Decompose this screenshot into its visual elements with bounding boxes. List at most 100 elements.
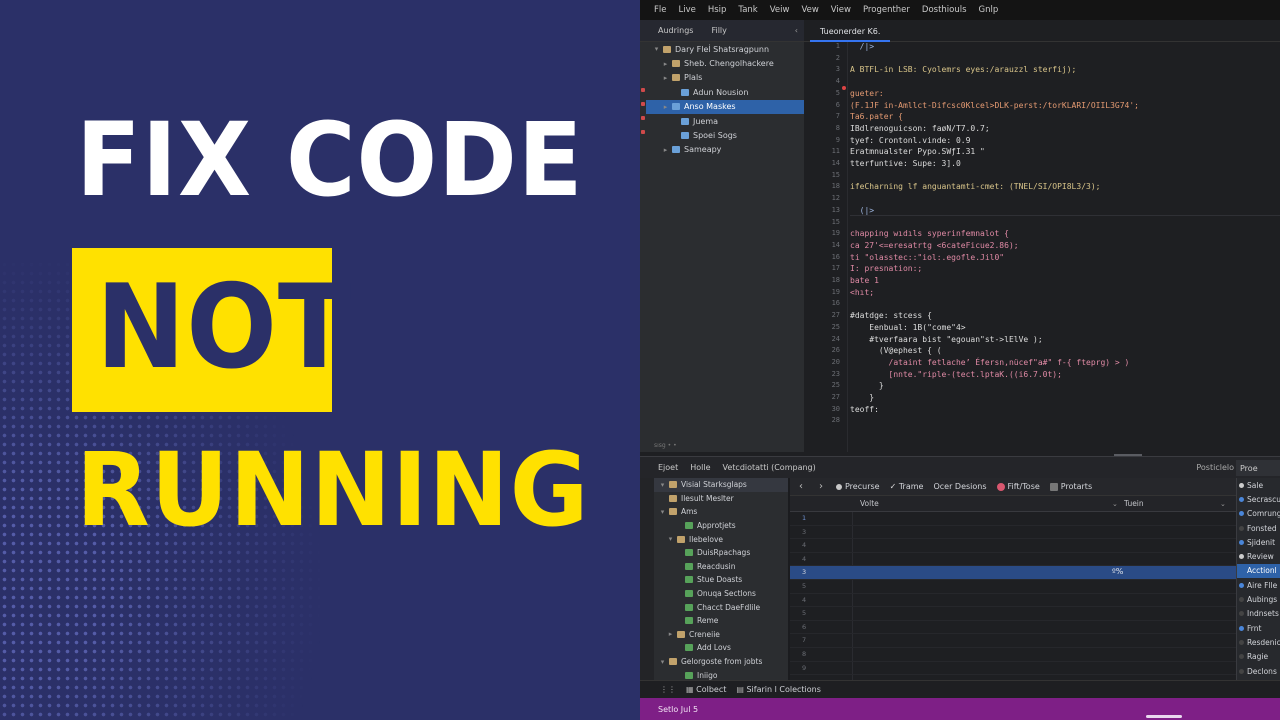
table-row[interactable]: 3 º%	[790, 566, 1236, 580]
chevron-down-icon[interactable]: ▾	[652, 45, 661, 53]
menu-item[interactable]: Veiw	[770, 5, 790, 15]
chevron-right-icon[interactable]: ▸	[661, 60, 670, 68]
chevron-right-icon[interactable]: ▸	[666, 630, 675, 638]
structure-item[interactable]: Comrung	[1237, 507, 1280, 521]
structure-item[interactable]: Declons	[1237, 664, 1280, 678]
tab-colbect[interactable]: ▦ Colbect	[686, 685, 726, 694]
column-header-tuein[interactable]: Tuein	[1124, 499, 1144, 508]
ocer-desions-button[interactable]: Ocer Desions	[933, 482, 986, 491]
chevron-right-icon[interactable]: ▸	[661, 103, 670, 111]
explorer-item[interactable]: Stue Doasts	[654, 573, 802, 587]
structure-item[interactable]: Ragie	[1237, 650, 1280, 664]
protarts-button[interactable]: Protarts	[1049, 482, 1092, 491]
code-editor[interactable]: /|> A BTFL-in LSB: Cyolemrs eyes:/arauzzl…	[850, 42, 1280, 452]
table-row[interactable]: 7	[790, 634, 1236, 648]
explorer-item[interactable]: Chacct DaeFdlile	[654, 600, 802, 614]
structure-item[interactable]: Sale	[1237, 478, 1280, 492]
explorer-item[interactable]: Onuqa Sectlons	[654, 587, 802, 601]
explorer-item[interactable]: Approtjets	[654, 519, 802, 533]
table-row[interactable]: 1	[790, 512, 1236, 526]
collapse-icon[interactable]: ‹	[795, 26, 798, 35]
tool-tab-posticlelo[interactable]: Posticlelo	[1196, 463, 1234, 472]
menu-item[interactable]: Tank	[738, 5, 757, 15]
table-row[interactable]: 5	[790, 607, 1236, 621]
tree-item-label: Juema	[693, 116, 719, 126]
menu-item[interactable]: View	[831, 5, 851, 15]
tree-item[interactable]: ▸ Anso Maskes	[640, 99, 804, 114]
tab-audrings[interactable]: Audrings	[658, 26, 693, 35]
tree-item[interactable]: ▸ Sheb. Chengolhackere	[640, 56, 804, 70]
cell-value[interactable]: º%	[1112, 567, 1123, 576]
explorer-item[interactable]: Reme	[654, 614, 802, 628]
tree-item[interactable]: Juema	[640, 114, 804, 128]
tree-item[interactable]: ▾ Dary Flel̇ Shatsragpunn	[640, 42, 804, 56]
line-number: 18	[831, 182, 840, 191]
structure-item[interactable]: Sjidenit	[1237, 535, 1280, 549]
tree-item[interactable]: Adun Nousion	[640, 85, 804, 99]
chevron-down-icon[interactable]: ▾	[666, 535, 675, 543]
chevron-down-icon[interactable]: ▾	[658, 658, 667, 666]
fift-tose-button[interactable]: Fift/Tose	[996, 482, 1040, 491]
tool-tab-holle[interactable]: Holle	[690, 463, 710, 472]
forward-icon[interactable]: ›	[816, 481, 826, 492]
column-header-volte[interactable]: Volte	[860, 499, 879, 508]
structure-item[interactable]: Aubings	[1237, 592, 1280, 606]
structure-item[interactable]: Acctionl	[1237, 563, 1280, 579]
menu-item[interactable]: Live	[678, 5, 695, 15]
chevron-down-icon[interactable]: ⌄	[1220, 500, 1226, 508]
tree-item[interactable]: Spoei Sogs	[640, 128, 804, 142]
menu-item[interactable]: Gnlp	[979, 5, 999, 15]
structure-item[interactable]: Indnsets	[1237, 607, 1280, 621]
tool-tab-proe[interactable]: Proe	[1236, 460, 1280, 476]
tool-tab-company[interactable]: Vetcdiotatti (Compang)	[723, 463, 816, 472]
table-row[interactable]: 4	[790, 539, 1236, 553]
trame-button[interactable]: ✓ Trame	[890, 482, 924, 491]
structure-item-label: Acctionl	[1247, 566, 1277, 576]
explorer-item[interactable]: ▾ Ams	[654, 505, 802, 519]
tree-item[interactable]: ▸ Plals	[640, 71, 804, 85]
breakpoint-icon[interactable]	[842, 86, 846, 90]
menu-item[interactable]: Fle	[654, 5, 666, 15]
table-row[interactable]: 9	[790, 662, 1236, 676]
editor-tab[interactable]: Tueonerder K6.	[810, 23, 891, 42]
back-icon[interactable]: ‹	[796, 481, 806, 492]
structure-item[interactable]: Review	[1237, 549, 1280, 563]
structure-item[interactable]: Fonsted	[1237, 521, 1280, 535]
structure-item[interactable]: Aire Flle	[1237, 578, 1280, 592]
explorer-item[interactable]: Add Lovs	[654, 641, 802, 655]
menu-item[interactable]: Hsip	[708, 5, 727, 15]
tree-item[interactable]: ▸ Sameapy	[640, 143, 804, 157]
explorer-item[interactable]: Reacdusin	[654, 560, 802, 574]
table-row[interactable]: 3	[790, 526, 1236, 540]
explorer-item[interactable]: Ilesult Meslter	[654, 492, 802, 506]
explorer-item[interactable]: ▸ Creneiie	[654, 628, 802, 642]
table-row[interactable]: 6	[790, 621, 1236, 635]
tool-tab-ejoet[interactable]: Ejoet	[658, 463, 678, 472]
menu-item[interactable]: Dosthiouls	[922, 5, 967, 15]
table-row[interactable]: 5	[790, 580, 1236, 594]
explorer-item[interactable]: ▾ Gelorgoste from jobts	[654, 655, 802, 669]
explorer-item[interactable]: ▾ Ilebelove	[654, 532, 802, 546]
structure-item[interactable]: Secrascul	[1237, 492, 1280, 506]
explorer-item[interactable]: ▾ Visial Starksglaps	[654, 478, 802, 492]
chevron-right-icon[interactable]: ▸	[661, 146, 670, 154]
tab-filly[interactable]: Filly	[711, 26, 726, 35]
menu-item[interactable]: Progenther	[863, 5, 910, 15]
project-panel-header: Audrings Filly ‹	[640, 20, 804, 42]
chevron-down-icon[interactable]: ⌄	[1112, 500, 1118, 508]
table-row[interactable]: 8	[790, 648, 1236, 662]
table-row[interactable]: 4	[790, 594, 1236, 608]
menu-item[interactable]: Vew	[801, 5, 818, 15]
tab-collections[interactable]: ▤ Sifarin l Colections	[736, 685, 821, 694]
precurse-button[interactable]: Precurse	[836, 482, 880, 491]
layout-icon[interactable]: ⋮⋮	[660, 685, 676, 694]
chevron-right-icon[interactable]: ▸	[661, 74, 670, 82]
item-icon	[1239, 611, 1244, 617]
chevron-down-icon[interactable]: ▾	[658, 481, 667, 489]
explorer-item[interactable]: DuisRpachags	[654, 546, 802, 560]
chevron-down-icon[interactable]: ▾	[658, 508, 667, 516]
check-icon: ✓	[889, 482, 899, 491]
structure-item[interactable]: Frnt	[1237, 621, 1280, 635]
structure-item[interactable]: Resdenic	[1237, 635, 1280, 649]
table-row[interactable]: 4	[790, 553, 1236, 567]
